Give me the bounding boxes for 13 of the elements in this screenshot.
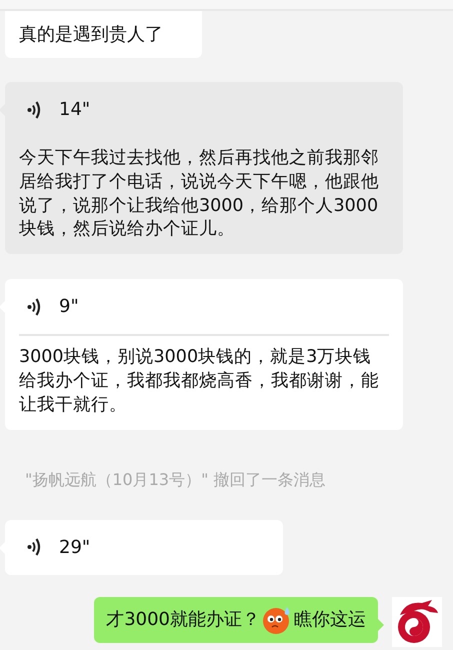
voice-icon (27, 296, 41, 317)
voice-icon (27, 100, 41, 120)
voice-duration: 9" (59, 295, 79, 320)
message-text: 瞧你这运 (294, 608, 366, 632)
message-text: 才3000就能办证？ (106, 608, 260, 632)
voice-icon (27, 537, 41, 558)
transcript-text: 今天下午我过去找他，然后再找他之前我那邻居给我打了个电话，说说今天下午嗯，他跟他说了，说那个让我给他3000，给那个人3000块钱，然后说给办个证儿。 (19, 147, 380, 242)
sweat-emoji-icon (262, 604, 292, 635)
recall-notice: "扬帆远航（10月13号）" 撤回了一条消息 (24, 468, 327, 491)
voice-duration: 14" (59, 98, 90, 122)
transcript-text: 3000块钱，别说3000块钱的，就是3万块钱给我办个证，我都我都烧高香，我都谢谢，能让我干就行。 (19, 334, 389, 430)
message-text: 真的是遇到贵人了 (19, 23, 163, 47)
voice-duration: 29" (59, 536, 90, 560)
